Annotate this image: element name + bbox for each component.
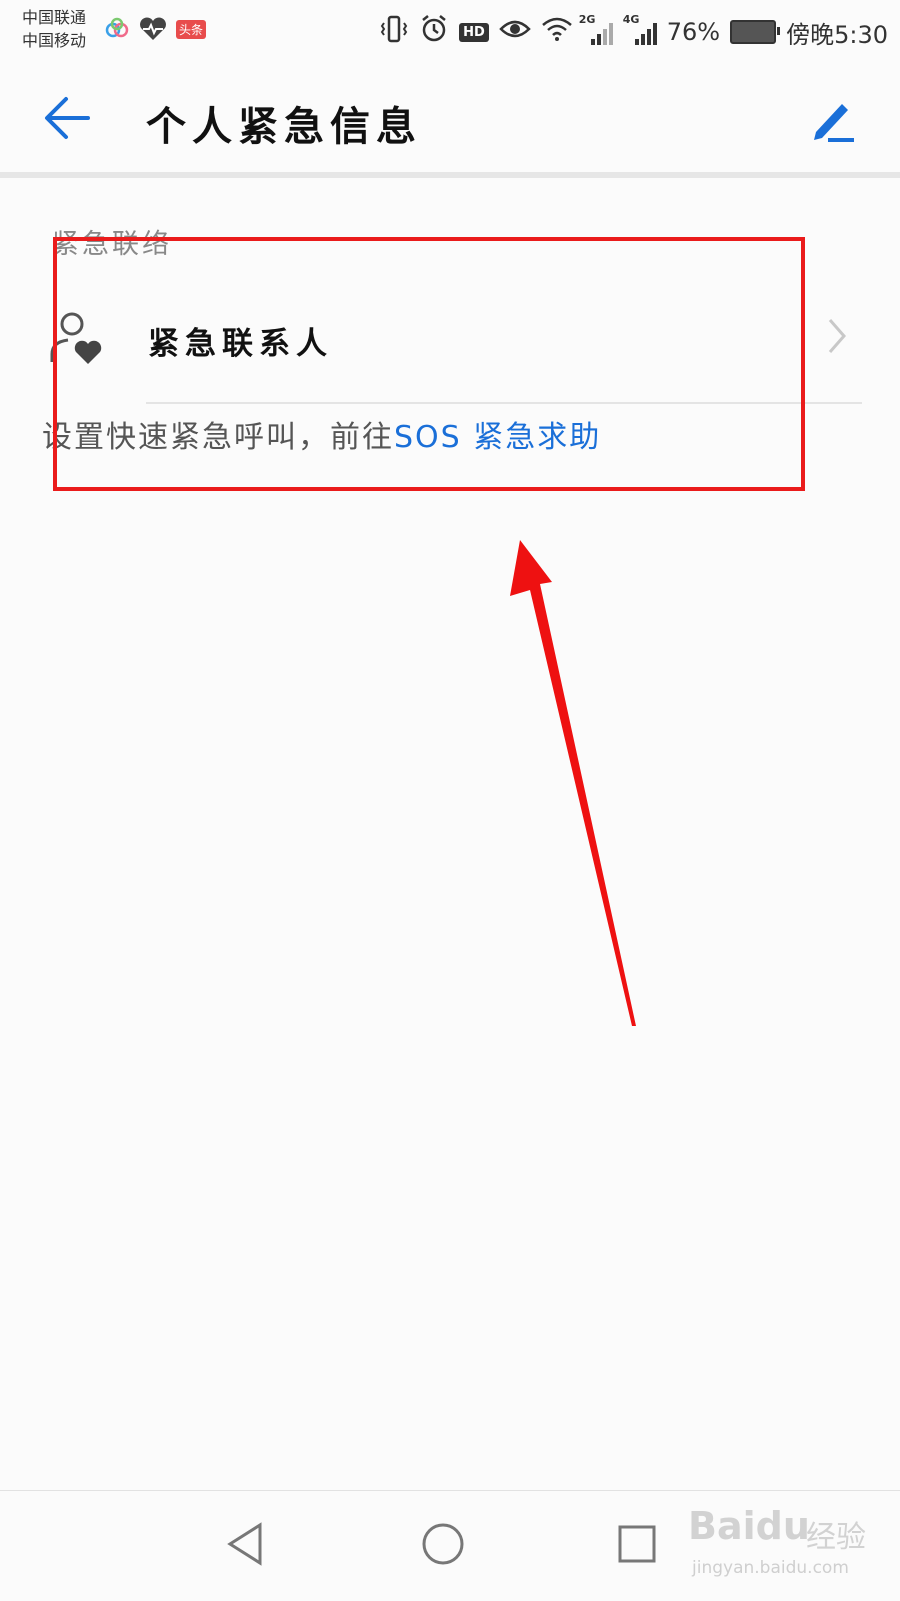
signal-2g-icon: 2G (579, 13, 613, 45)
square-recents-icon (618, 1525, 656, 1563)
page-title: 个人紧急信息 (146, 104, 422, 150)
hd-icon: HD (459, 22, 489, 42)
carrier-1: 中国联通 (22, 8, 87, 27)
carrier-names: 中国联通 中国移动 (22, 6, 86, 52)
header-divider (0, 172, 900, 178)
nav-back-button[interactable] (222, 1519, 272, 1569)
chevron-right-icon (824, 316, 850, 356)
carrier-2: 中国移动 (22, 31, 87, 50)
nav-home-button[interactable] (418, 1519, 468, 1569)
circle-home-icon (422, 1523, 464, 1565)
annotation-arrow (510, 540, 636, 1026)
clock: 傍晚5:30 (786, 20, 888, 49)
cloud-app-icon (104, 16, 130, 46)
signal-4g-icon: 4G (623, 13, 657, 45)
watermark-brand: 经验 (806, 1520, 866, 1555)
status-icons: HD 2G 4G 76% 傍晚5:30 (379, 12, 888, 52)
annotation-highlight-box (53, 237, 805, 491)
alarm-icon (419, 14, 449, 50)
network-type-2g: 2G (578, 13, 596, 26)
heartbeat-icon (138, 16, 168, 46)
wifi-icon (541, 16, 573, 48)
toutiao-app-badge: 头条 (176, 20, 207, 39)
battery-icon (730, 20, 781, 44)
app-header: 个人紧急信息 (0, 64, 900, 172)
eye-comfort-icon (498, 17, 531, 47)
watermark-url: jingyan.baidu.com (692, 1558, 849, 1578)
back-button[interactable] (38, 90, 98, 146)
vibrate-icon (379, 14, 409, 50)
triangle-back-icon (227, 1522, 262, 1566)
pencil-icon (814, 104, 854, 142)
baidu-jingyan-watermark: Baidu 经验 jingyan.baidu.com (688, 1500, 888, 1590)
arrow-left-icon (45, 97, 90, 139)
status-bar: 中国联通 中国移动 头条 HD 2G 4G 76% 傍晚5:30 (0, 0, 900, 64)
battery-percent: 76% (666, 18, 721, 46)
watermark-logo: Baidu (688, 1504, 810, 1548)
nav-recents-button[interactable] (612, 1519, 662, 1569)
edit-button[interactable] (808, 94, 860, 146)
network-type-4g: 4G (622, 13, 640, 26)
